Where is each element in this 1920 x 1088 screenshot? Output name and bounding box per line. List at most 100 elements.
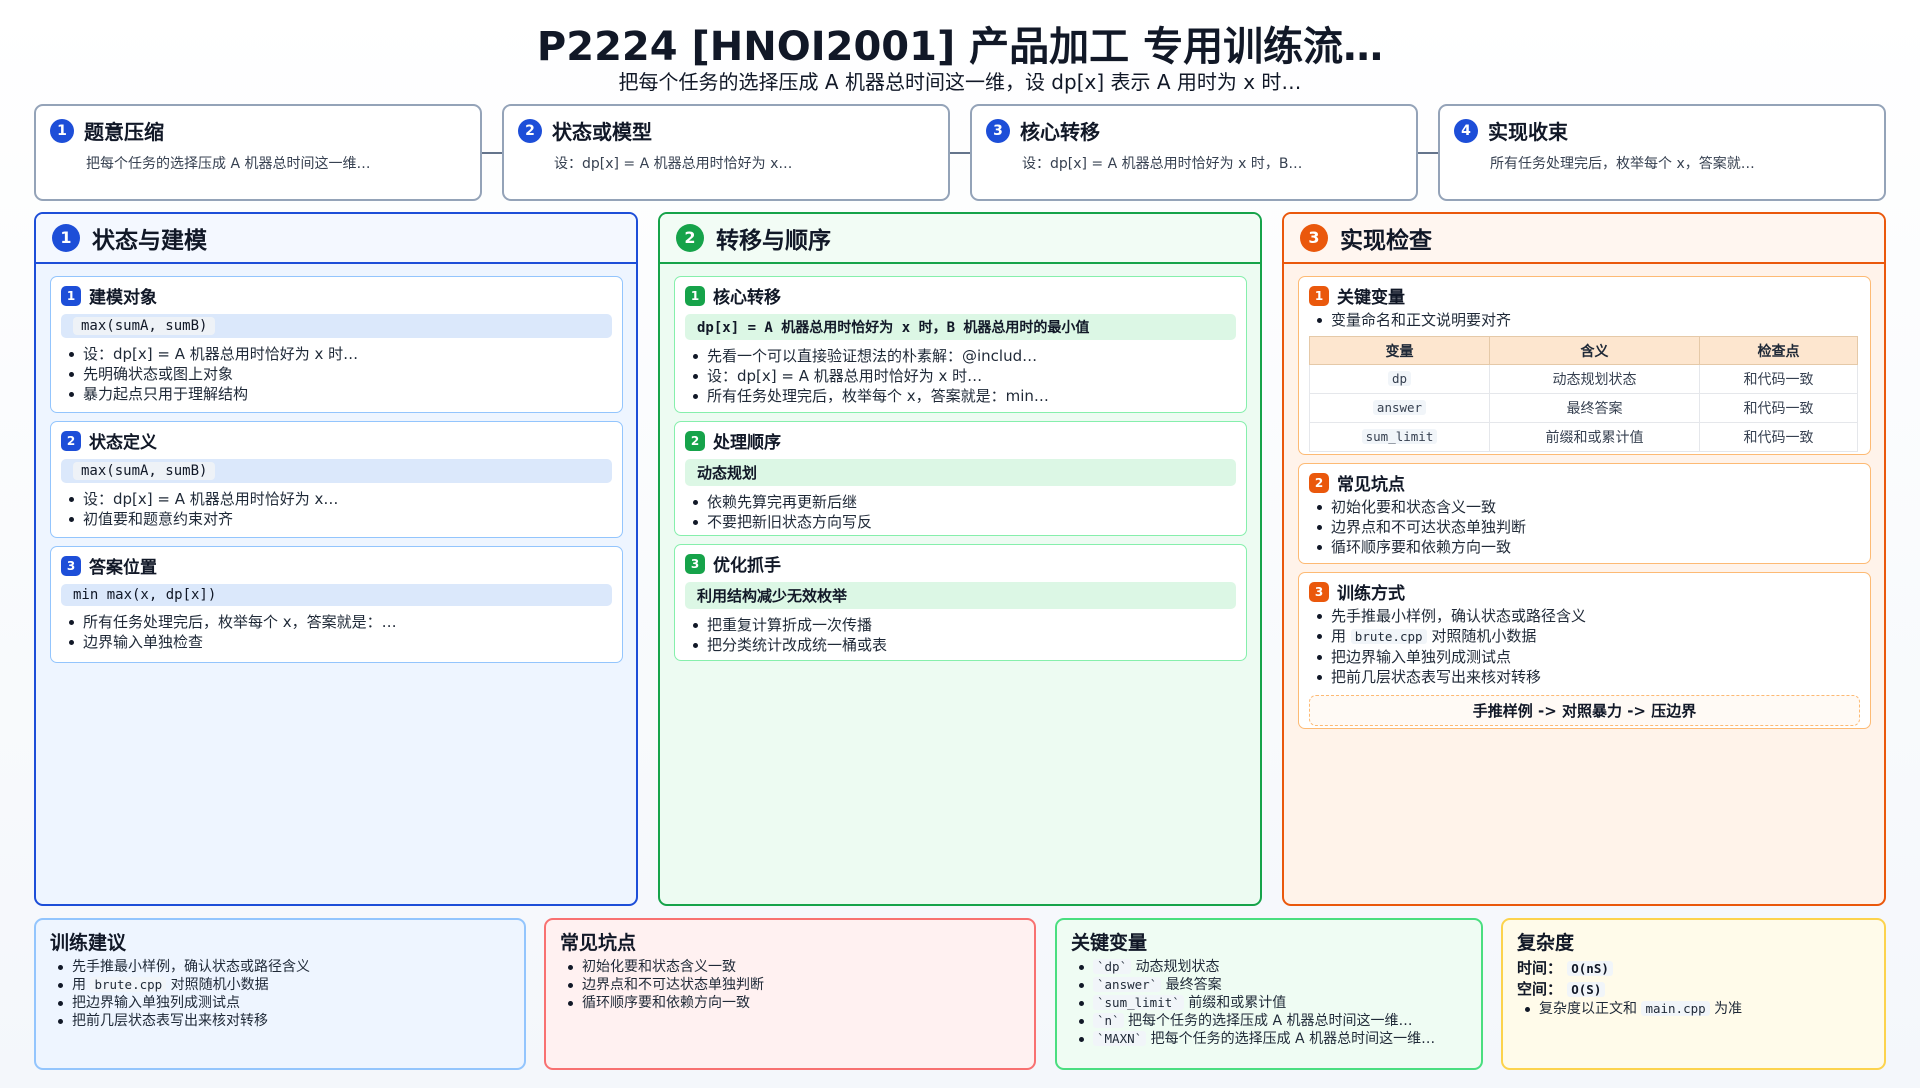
card-number: 3 bbox=[1309, 581, 1329, 602]
card-title: 优化抓手 bbox=[713, 556, 781, 576]
list-item: 不要把新旧状态方向写反 bbox=[685, 512, 1236, 532]
column-number: 3 bbox=[1300, 224, 1328, 252]
variables-table: 变量 含义 检查点 dp 动态规划状态 和代码一致 answer 最终答案 和代… bbox=[1309, 336, 1858, 452]
table-cell: 最终答案 bbox=[1489, 393, 1700, 423]
list-text: 对照随机小数据 bbox=[170, 977, 269, 993]
code-box: 利用结构减少无效枚举 bbox=[685, 582, 1236, 609]
list-item: 边界点和不可达状态单独判断 bbox=[560, 976, 1020, 994]
list-item: 把重复计算折成一次传播 bbox=[685, 615, 1236, 635]
card-number: 2 bbox=[1309, 472, 1329, 493]
column-transition-order: 2 转移与顺序 1 核心转移 dp[x] = A 机器总用时恰好为 x 时，B 机器… bbox=[658, 212, 1262, 906]
column-implementation-check: 3 实现检查 1 关键变量 变量命名和正文说明要对齐 变量 含义 检查点 dp 动态… bbox=[1282, 212, 1886, 906]
code-snippet: max(sumA, sumB) bbox=[73, 317, 216, 335]
variable-code: dp bbox=[1387, 371, 1412, 386]
list-item: 暴力起点只用于理解结构 bbox=[61, 384, 612, 404]
code-box: max(sumA, sumB) bbox=[61, 314, 612, 338]
card-number: 3 bbox=[61, 555, 81, 576]
code-snippet: min max(x, dp[x]) bbox=[73, 587, 217, 603]
space-value: O(S) bbox=[1567, 982, 1606, 997]
card-title: 处理顺序 bbox=[713, 433, 781, 453]
list-item: 先手推最小样例，确认状态或路径含义 bbox=[1309, 606, 1860, 626]
list-item: 把边界输入单独列成测试点 bbox=[1309, 647, 1860, 667]
column-header: 1 状态与建模 bbox=[36, 214, 636, 264]
code-inline: `MAXN` bbox=[1093, 1031, 1147, 1046]
time-label: 时间： bbox=[1517, 959, 1563, 977]
table-row: answer 最终答案 和代码一致 bbox=[1309, 393, 1858, 423]
card-optimization: 3 优化抓手 利用结构减少无效枚举 把重复计算折成一次传播 把分类统计改成统一桶或… bbox=[674, 544, 1247, 661]
space-label: 空间： bbox=[1517, 980, 1563, 998]
table-cell: 和代码一致 bbox=[1699, 393, 1858, 423]
list-text: 动态规划状态 bbox=[1135, 959, 1220, 975]
card-model-object: 1 建模对象 max(sumA, sumB) 设：dp[x] = A 机器总用时恰… bbox=[50, 276, 623, 413]
card-title: 核心转移 bbox=[713, 288, 781, 308]
column-title: 实现检查 bbox=[1340, 228, 1432, 254]
list-item: `MAXN` 把每个任务的选择压成 A 机器总时间这一维… bbox=[1071, 1030, 1467, 1048]
card-training-method: 3 训练方式 先手推最小样例，确认状态或路径含义 用 brute.cpp 对照随机… bbox=[1298, 572, 1871, 729]
page-subtitle: 把每个任务的选择压成 A 机器总时间这一维，设 dp[x] 表示 A 用时为 x… bbox=[618, 70, 1302, 94]
list-item: 先明确状态或图上对象 bbox=[61, 364, 612, 384]
card-core-transition: 1 核心转移 dp[x] = A 机器总用时恰好为 x 时，B 机器总用时的最小值… bbox=[674, 276, 1247, 413]
space-complexity: 空间： O(S) bbox=[1517, 979, 1870, 1000]
list-item: 初值要和题意约束对齐 bbox=[61, 509, 612, 529]
code-box: dp[x] = A 机器总用时恰好为 x 时，B 机器总用时的最小值 bbox=[685, 314, 1236, 340]
variable-code: answer bbox=[1372, 400, 1427, 415]
card-state-definition: 2 状态定义 max(sumA, sumB) 设：dp[x] = A 机器总用时恰… bbox=[50, 421, 623, 538]
list-text: 用 bbox=[1331, 627, 1347, 645]
list-item: `n` 把每个任务的选择压成 A 机器总时间这一维… bbox=[1071, 1012, 1467, 1030]
table-header-row: 变量 含义 检查点 bbox=[1309, 336, 1858, 365]
step-number-4: 4 bbox=[1454, 118, 1478, 143]
step-title: 实现收束 bbox=[1488, 120, 1568, 144]
card-title: 建模对象 bbox=[89, 288, 157, 308]
step-flow: 1 题意压缩 把每个任务的选择压成 A 机器总时间这一维… 2 状态或模型 设：dp… bbox=[34, 104, 1886, 201]
card-answer-position: 3 答案位置 min max(x, dp[x]) 所有任务处理完后，枚举每个 x，… bbox=[50, 546, 623, 663]
list-item: 设：dp[x] = A 机器总用时恰好为 x… bbox=[61, 489, 612, 509]
table-cell: dp bbox=[1309, 364, 1490, 394]
card-number: 2 bbox=[61, 430, 81, 451]
list-item: 循环顺序要和依赖方向一致 bbox=[560, 994, 1020, 1012]
code-box: max(sumA, sumB) bbox=[61, 459, 612, 483]
list-item: 边界点和不可达状态单独判断 bbox=[1309, 517, 1860, 537]
code-inline: brute.cpp bbox=[90, 977, 167, 992]
time-complexity: 时间： O(nS) bbox=[1517, 958, 1870, 979]
code-box: 动态规划 bbox=[685, 459, 1236, 486]
card-title: 状态定义 bbox=[89, 433, 157, 453]
code-snippet: max(sumA, sumB) bbox=[73, 462, 216, 480]
table-header: 变量 bbox=[1309, 336, 1490, 365]
step-number-1: 1 bbox=[50, 118, 74, 143]
card-title: 训练方式 bbox=[1337, 584, 1405, 604]
card-key-variables: 1 关键变量 变量命名和正文说明要对齐 变量 含义 检查点 dp 动态规划状态 和… bbox=[1298, 276, 1871, 455]
code-inline: `dp` bbox=[1093, 959, 1132, 974]
code-inline: `sum_limit` bbox=[1093, 995, 1184, 1010]
list-item: 变量命名和正文说明要对齐 bbox=[1309, 310, 1860, 330]
table-header: 含义 bbox=[1489, 336, 1700, 365]
code-inline: brute.cpp bbox=[1350, 629, 1427, 644]
time-value: O(nS) bbox=[1567, 961, 1613, 976]
list-item: 用 brute.cpp 对照随机小数据 bbox=[50, 976, 510, 994]
column-header: 3 实现检查 bbox=[1284, 214, 1884, 264]
list-text: 把每个任务的选择压成 A 机器总时间这一维… bbox=[1150, 1031, 1436, 1047]
list-text: 最终答案 bbox=[1165, 977, 1222, 993]
step-card-3: 3 核心转移 设：dp[x] = A 机器总用时恰好为 x 时，B… bbox=[970, 104, 1418, 201]
table-cell: 和代码一致 bbox=[1699, 364, 1858, 394]
panel-title: 训练建议 bbox=[50, 932, 127, 954]
table-row: dp 动态规划状态 和代码一致 bbox=[1309, 364, 1858, 394]
list-item: `sum_limit` 前缀和或累计值 bbox=[1071, 994, 1467, 1012]
variable-code: sum_limit bbox=[1361, 429, 1438, 444]
table-cell: 前缀和或累计值 bbox=[1489, 422, 1700, 452]
list-item: 所有任务处理完后，枚举每个 x，答案就是：… bbox=[61, 612, 612, 632]
step-connector bbox=[482, 152, 502, 154]
card-number: 1 bbox=[1309, 285, 1329, 306]
list-item: 把分类统计改成统一桶或表 bbox=[685, 635, 1236, 655]
column-number: 2 bbox=[676, 224, 704, 252]
list-item: 把前几层状态表写出来核对转移 bbox=[50, 1012, 510, 1030]
code-box: min max(x, dp[x]) bbox=[61, 584, 612, 606]
list-item: 所有任务处理完后，枚举每个 x，答案就是：min… bbox=[685, 386, 1236, 406]
list-item: 设：dp[x] = A 机器总用时恰好为 x 时… bbox=[685, 366, 1236, 386]
card-title: 关键变量 bbox=[1337, 288, 1405, 308]
list-text: 为准 bbox=[1714, 1001, 1743, 1017]
list-item: 把前几层状态表写出来核对转移 bbox=[1309, 667, 1860, 687]
card-number: 2 bbox=[685, 430, 705, 451]
step-number-3: 3 bbox=[986, 118, 1010, 143]
step-card-4: 4 实现收束 所有任务处理完后，枚举每个 x，答案就… bbox=[1438, 104, 1886, 201]
step-card-1: 1 题意压缩 把每个任务的选择压成 A 机器总时间这一维… bbox=[34, 104, 482, 201]
